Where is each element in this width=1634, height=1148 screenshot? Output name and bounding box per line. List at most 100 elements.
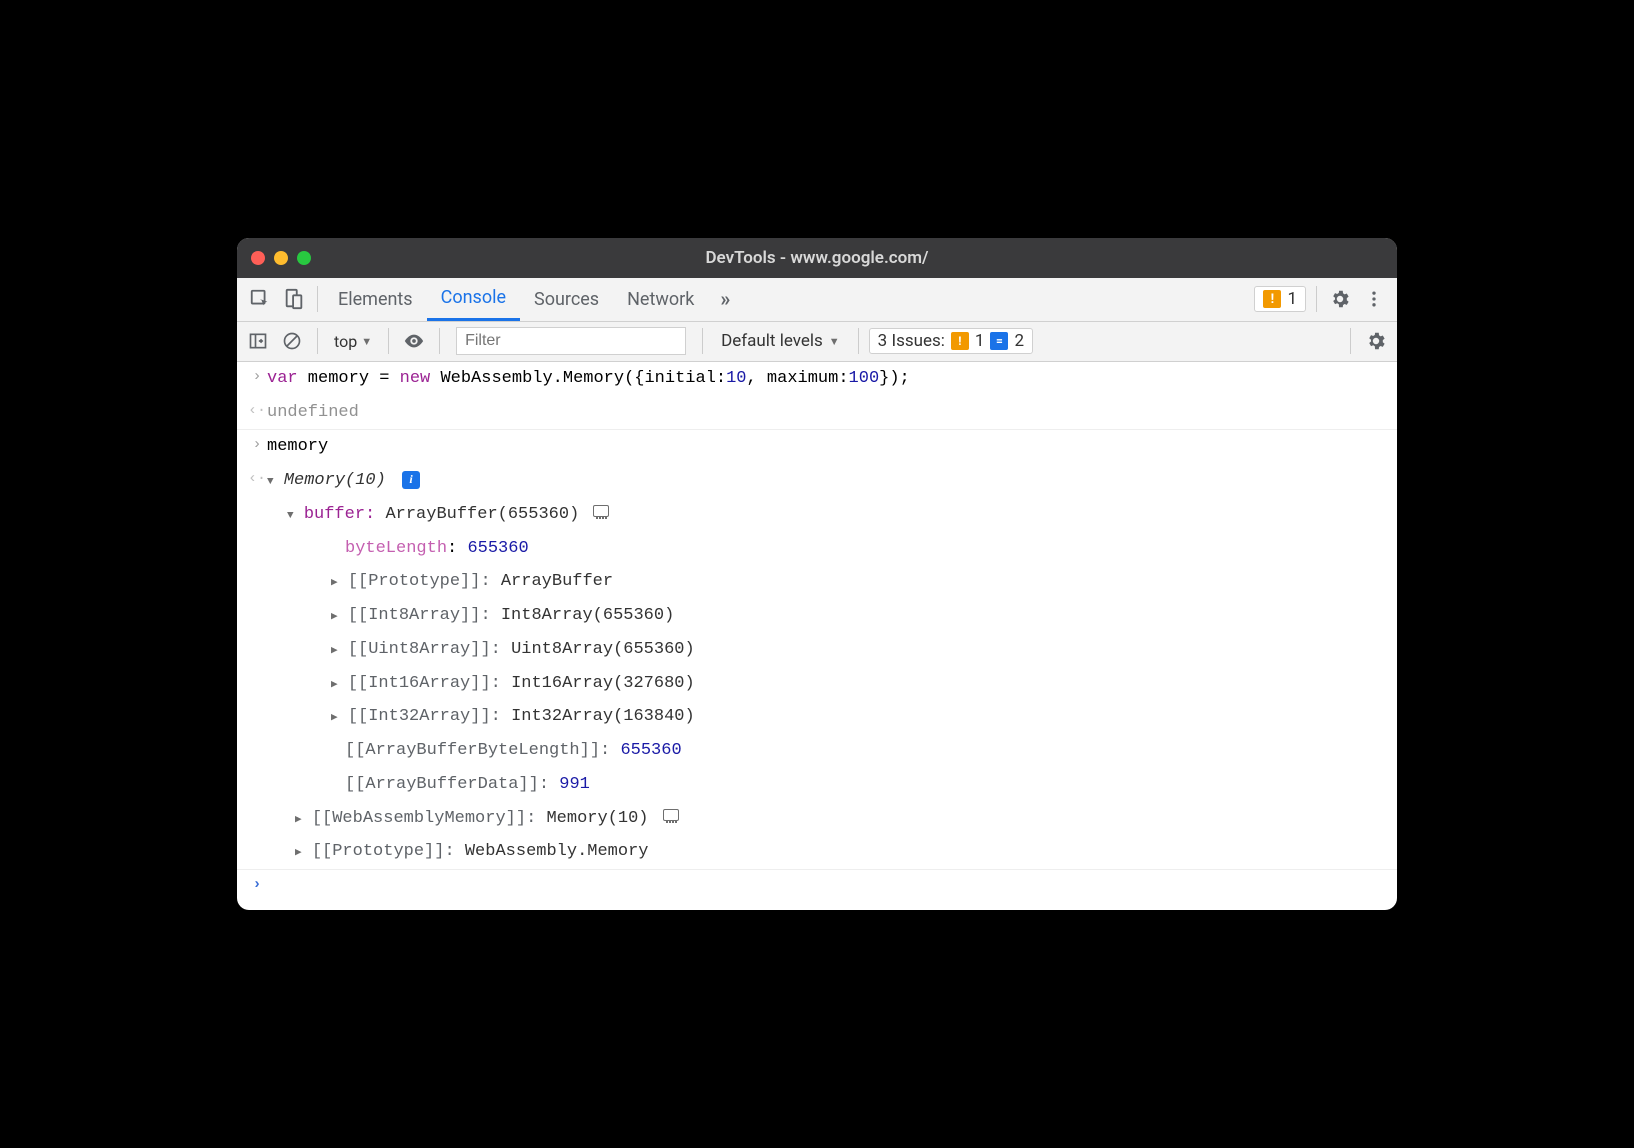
clear-console-icon[interactable] xyxy=(277,326,307,356)
tab-sources[interactable]: Sources xyxy=(520,277,613,321)
warnings-badge[interactable]: ! 1 xyxy=(1254,286,1306,312)
minimize-window-button[interactable] xyxy=(274,251,288,265)
prop-value[interactable]: Int16Array(327680) xyxy=(511,674,695,693)
object-summary[interactable]: Memory(10) xyxy=(284,471,386,490)
prop-key[interactable]: [[Int16Array]]: xyxy=(348,674,511,693)
traffic-lights xyxy=(251,251,311,265)
more-tabs-icon[interactable]: » xyxy=(710,284,740,314)
prop-value[interactable]: Int8Array(655360) xyxy=(501,606,674,625)
divider xyxy=(1350,328,1351,354)
tree-row: [[ArrayBufferByteLength]]: 655360 xyxy=(237,734,1397,768)
tree-row: [[WebAssemblyMemory]]: Memory(10) xyxy=(237,802,1397,836)
expand-toggle[interactable] xyxy=(331,577,338,589)
prop-key[interactable]: [[Prototype]]: xyxy=(348,572,501,591)
prop-value: 655360 xyxy=(467,539,528,558)
tab-network[interactable]: Network xyxy=(613,277,708,321)
prop-value[interactable]: ArrayBuffer(655360) xyxy=(385,505,579,524)
input-prompt-icon: › xyxy=(247,872,267,898)
expand-toggle[interactable] xyxy=(287,510,294,522)
tree-row: [[ArrayBufferData]]: 991 xyxy=(237,768,1397,802)
tree-row: [[Prototype]]: ArrayBuffer xyxy=(237,565,1397,599)
tree-row: [[Int32Array]]: Int32Array(163840) xyxy=(237,700,1397,734)
prop-value[interactable]: Memory(10) xyxy=(546,809,648,828)
info-icon[interactable]: i xyxy=(402,471,420,489)
expand-toggle[interactable] xyxy=(295,847,302,859)
prop-key[interactable]: buffer: xyxy=(304,505,386,524)
settings-icon[interactable] xyxy=(1325,284,1355,314)
prop-key[interactable]: [[Int32Array]]: xyxy=(348,707,511,726)
expand-toggle[interactable] xyxy=(331,679,338,691)
warning-count: 1 xyxy=(1287,289,1297,309)
info-icon: = xyxy=(990,332,1008,350)
prop-key[interactable]: byteLength xyxy=(345,539,447,558)
expand-toggle[interactable] xyxy=(295,814,302,826)
filter-input[interactable] xyxy=(456,327,686,355)
prop-value[interactable]: WebAssembly.Memory xyxy=(465,842,649,861)
console-settings-icon[interactable] xyxy=(1361,326,1391,356)
prop-value[interactable]: Uint8Array(655360) xyxy=(511,640,695,659)
device-toolbar-icon[interactable] xyxy=(279,284,309,314)
divider xyxy=(388,328,389,354)
code-line[interactable]: var memory = new WebAssembly.Memory({ini… xyxy=(267,364,1387,394)
prop-key[interactable]: [[WebAssemblyMemory]]: xyxy=(312,809,547,828)
console-input-row: › memory xyxy=(237,430,1397,464)
console-prompt-row[interactable]: › xyxy=(237,870,1397,900)
expand-toggle[interactable] xyxy=(331,611,338,623)
divider xyxy=(439,328,440,354)
tree-row: [[Int8Array]]: Int8Array(655360) xyxy=(237,599,1397,633)
divider xyxy=(317,286,318,312)
console-input-row: › var memory = new WebAssembly.Memory({i… xyxy=(237,362,1397,396)
prop-key[interactable]: [[ArrayBufferData]]: xyxy=(345,775,559,794)
console-result-row: ‹· Memory(10) i xyxy=(237,464,1397,498)
warning-icon: ! xyxy=(1263,290,1281,308)
inspect-element-icon[interactable] xyxy=(245,284,275,314)
divider xyxy=(1316,286,1317,312)
console-output: › var memory = new WebAssembly.Memory({i… xyxy=(237,362,1397,911)
console-result-row: ‹· undefined xyxy=(237,396,1397,431)
kebab-menu-icon[interactable] xyxy=(1359,284,1389,314)
titlebar: DevTools - www.google.com/ xyxy=(237,238,1397,278)
prop-key[interactable]: [[ArrayBufferByteLength]]: xyxy=(345,741,620,760)
memory-inspector-icon[interactable] xyxy=(593,505,609,517)
expand-toggle[interactable] xyxy=(331,712,338,724)
expand-toggle[interactable] xyxy=(267,476,274,488)
tabbar: Elements Console Sources Network » ! 1 xyxy=(237,278,1397,322)
issues-info-count: 2 xyxy=(1014,331,1024,351)
window-title: DevTools - www.google.com/ xyxy=(237,248,1397,268)
chevron-down-icon: ▼ xyxy=(829,335,840,348)
toggle-sidebar-icon[interactable] xyxy=(243,326,273,356)
prop-key[interactable]: [[Uint8Array]]: xyxy=(348,640,511,659)
result-icon: ‹· xyxy=(247,466,267,492)
tree-row: byteLength: 655360 xyxy=(237,532,1397,566)
code-line[interactable]: memory xyxy=(267,432,1387,462)
prompt-icon: › xyxy=(247,364,267,390)
expand-toggle[interactable] xyxy=(331,645,338,657)
tree-row: buffer: ArrayBuffer(655360) xyxy=(237,498,1397,532)
divider xyxy=(317,328,318,354)
issues-label: 3 Issues: xyxy=(878,331,945,351)
context-selector[interactable]: top ▼ xyxy=(328,332,378,351)
issues-badge[interactable]: 3 Issues: ! 1 = 2 xyxy=(869,328,1033,354)
divider xyxy=(702,328,703,354)
prompt-icon: › xyxy=(247,432,267,458)
chevron-down-icon: ▼ xyxy=(361,335,372,348)
tree-row: [[Prototype]]: WebAssembly.Memory xyxy=(237,835,1397,870)
prop-key[interactable]: [[Prototype]]: xyxy=(312,842,465,861)
memory-inspector-icon[interactable] xyxy=(663,809,679,821)
tab-console[interactable]: Console xyxy=(427,277,520,321)
prop-value[interactable]: Int32Array(163840) xyxy=(511,707,695,726)
result-icon: ‹· xyxy=(247,398,267,424)
prop-key[interactable]: [[Int8Array]]: xyxy=(348,606,501,625)
maximize-window-button[interactable] xyxy=(297,251,311,265)
live-expression-icon[interactable] xyxy=(399,326,429,356)
prop-value: 655360 xyxy=(620,741,681,760)
devtools-window: DevTools - www.google.com/ Elements Cons… xyxy=(237,238,1397,911)
close-window-button[interactable] xyxy=(251,251,265,265)
undefined-value: undefined xyxy=(267,403,359,422)
divider xyxy=(858,328,859,354)
tab-elements[interactable]: Elements xyxy=(324,277,427,321)
prop-value[interactable]: ArrayBuffer xyxy=(501,572,613,591)
log-levels-selector[interactable]: Default levels ▼ xyxy=(713,331,848,351)
tree-row: [[Uint8Array]]: Uint8Array(655360) xyxy=(237,633,1397,667)
issues-warn-count: 1 xyxy=(975,331,985,351)
